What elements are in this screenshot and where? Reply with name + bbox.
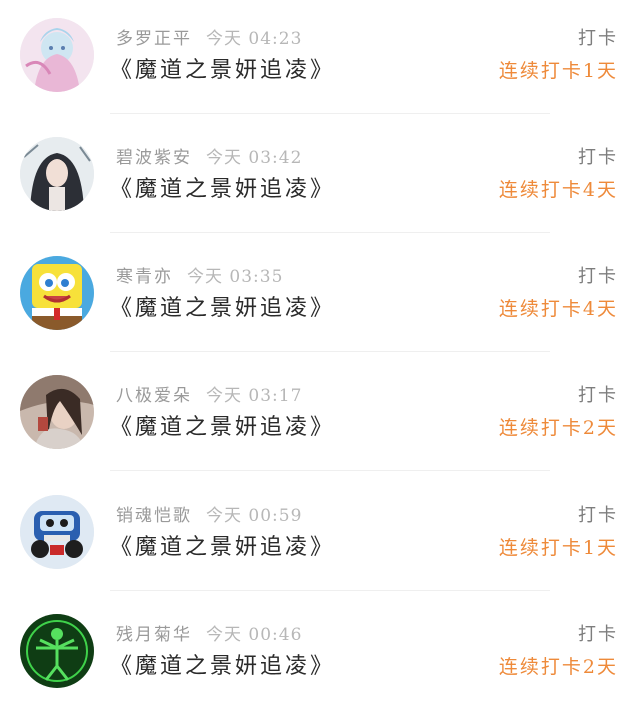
streak-label: 连续打卡1天: [498, 60, 618, 82]
green-glow-figure-avatar-icon[interactable]: [20, 614, 94, 688]
list-item[interactable]: 八极爱朵 今天 03:17 《魔道之景妍追凌》 打卡 连续打卡2天: [0, 357, 640, 477]
user-name[interactable]: 多罗正平: [116, 29, 192, 49]
divider: [110, 590, 550, 591]
checkin-label: 打卡: [578, 266, 618, 287]
checkin-label: 打卡: [578, 28, 618, 49]
checkin-time: 今天 03:17: [206, 386, 303, 406]
user-meta: 八极爱朵 今天 03:17: [116, 381, 302, 407]
list-item[interactable]: 碧波紫安 今天 03:42 《魔道之景妍追凌》 打卡 连续打卡4天: [0, 119, 640, 239]
divider: [110, 351, 550, 352]
user-name[interactable]: 八极爱朵: [116, 386, 192, 406]
checkin-label: 打卡: [578, 385, 618, 406]
checkin-time: 今天 03:42: [206, 148, 303, 168]
book-title[interactable]: 《魔道之景妍追凌》: [110, 171, 335, 203]
user-name[interactable]: 残月菊华: [116, 625, 192, 645]
girl-photo-avatar-icon[interactable]: [20, 375, 94, 449]
anime-girl-avatar-icon[interactable]: [20, 18, 94, 92]
checkin-time: 今天 00:59: [206, 506, 303, 526]
streak-label: 连续打卡1天: [498, 537, 618, 559]
list-item[interactable]: 残月菊华 今天 00:46 《魔道之景妍追凌》 打卡 连续打卡2天: [0, 596, 640, 716]
streak-label: 连续打卡2天: [498, 417, 618, 439]
book-title[interactable]: 《魔道之景妍追凌》: [110, 52, 335, 84]
list-item[interactable]: 销魂恺歌 今天 00:59 《魔道之景妍追凌》 打卡 连续打卡1天: [0, 477, 640, 597]
divider: [110, 232, 550, 233]
user-meta: 销魂恺歌 今天 00:59: [116, 501, 302, 527]
streak-label: 连续打卡2天: [498, 656, 618, 678]
streak-label: 连续打卡4天: [498, 179, 618, 201]
cartoon-car-avatar-icon[interactable]: [20, 495, 94, 569]
book-title[interactable]: 《魔道之景妍追凌》: [110, 290, 335, 322]
checkin-label: 打卡: [578, 147, 618, 168]
checkin-label: 打卡: [578, 624, 618, 645]
checkin-list: 多罗正平 今天 04:23 《魔道之景妍追凌》 打卡 连续打卡1天 碧波紫安 今天 …: [0, 0, 640, 707]
user-meta: 多罗正平 今天 04:23: [116, 24, 302, 50]
checkin-time: 今天 04:23: [206, 29, 303, 49]
book-title[interactable]: 《魔道之景妍追凌》: [110, 409, 335, 441]
checkin-time: 今天 03:35: [187, 267, 284, 287]
user-name[interactable]: 销魂恺歌: [116, 506, 192, 526]
user-name[interactable]: 碧波紫安: [116, 148, 192, 168]
divider: [110, 113, 550, 114]
book-title[interactable]: 《魔道之景妍追凌》: [110, 529, 335, 561]
checkin-label: 打卡: [578, 505, 618, 526]
list-item[interactable]: 多罗正平 今天 04:23 《魔道之景妍追凌》 打卡 连续打卡1天: [0, 0, 640, 120]
user-meta: 碧波紫安 今天 03:42: [116, 143, 302, 169]
spongebob-avatar-icon[interactable]: [20, 256, 94, 330]
user-name[interactable]: 寒青亦: [116, 267, 173, 287]
list-item[interactable]: 寒青亦 今天 03:35 《魔道之景妍追凌》 打卡 连续打卡4天: [0, 238, 640, 358]
divider: [110, 470, 550, 471]
dark-hair-girl-avatar-icon[interactable]: [20, 137, 94, 211]
user-meta: 寒青亦 今天 03:35: [116, 262, 283, 288]
streak-label: 连续打卡4天: [498, 298, 618, 320]
user-meta: 残月菊华 今天 00:46: [116, 620, 302, 646]
book-title[interactable]: 《魔道之景妍追凌》: [110, 648, 335, 680]
checkin-time: 今天 00:46: [206, 625, 303, 645]
